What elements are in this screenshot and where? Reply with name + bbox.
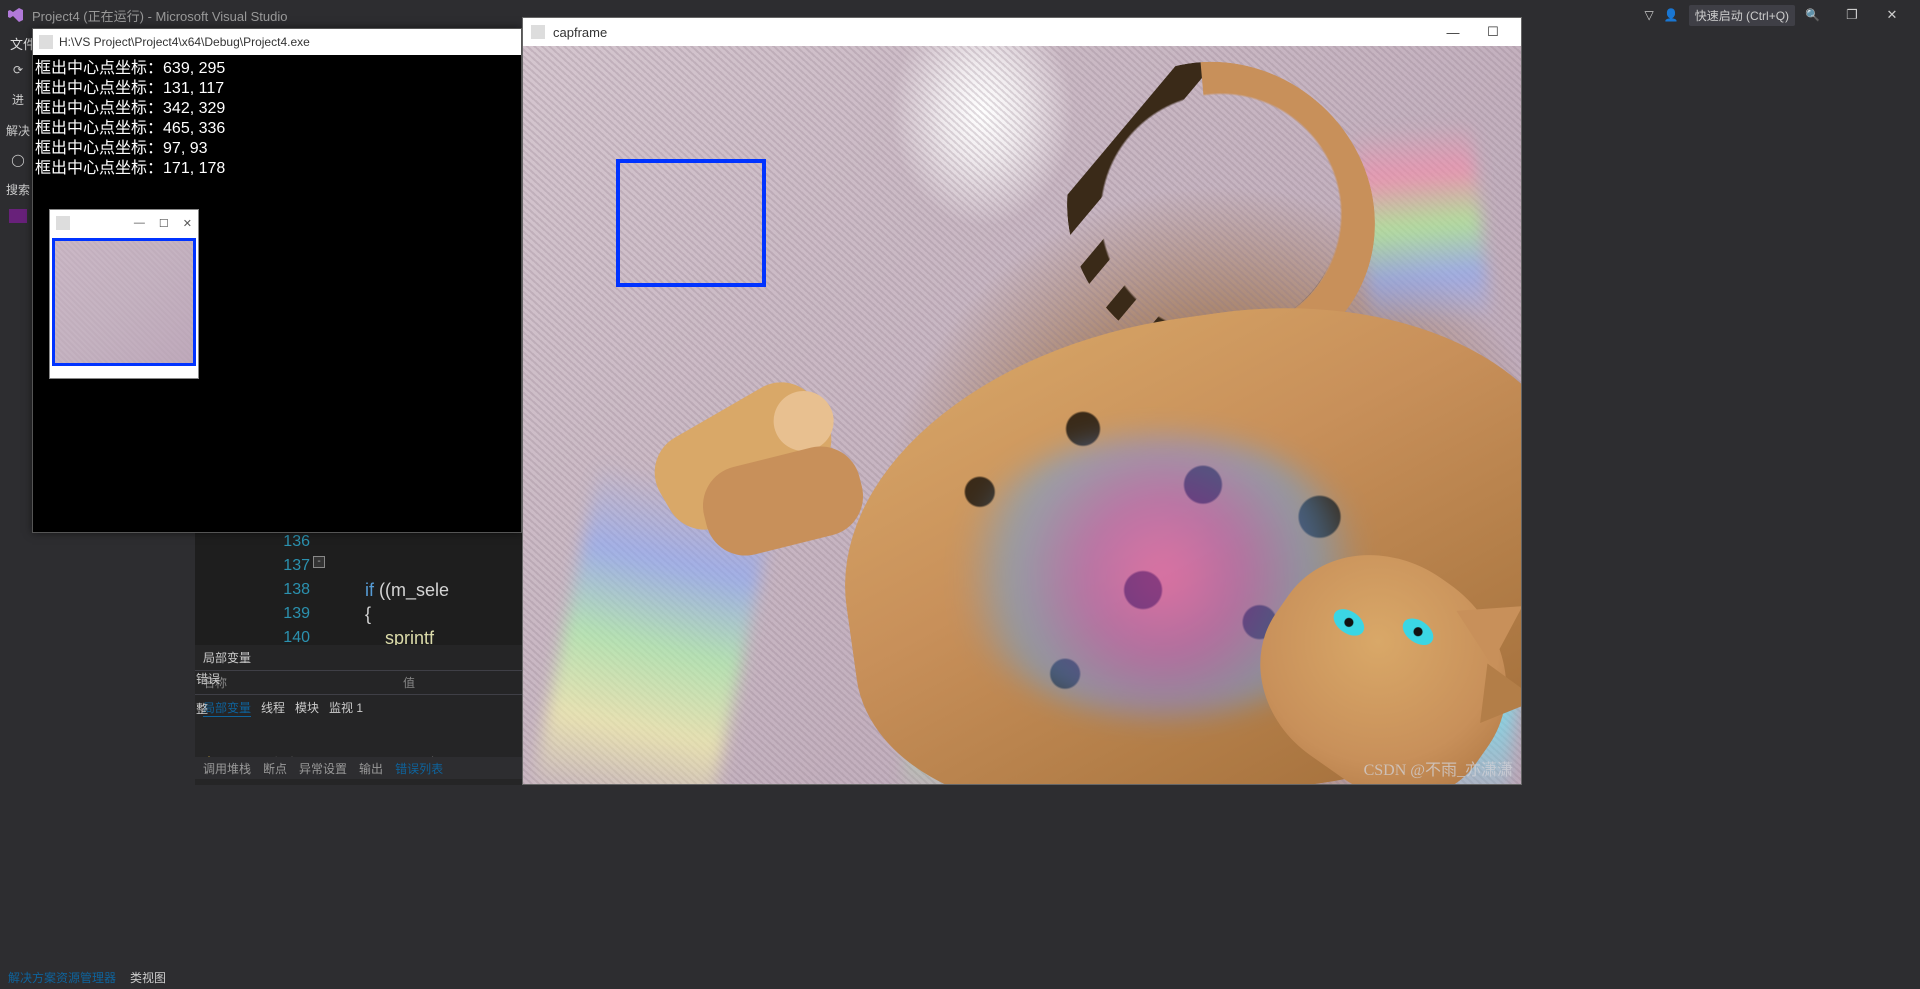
strip-explain[interactable]: 解决 [4, 119, 32, 142]
quick-launch-input[interactable]: 快速启动 (Ctrl+Q) [1689, 5, 1795, 26]
notification-icon[interactable]: ▽ [1645, 8, 1654, 22]
crop-maximize-button[interactable]: ☐ [159, 217, 169, 230]
console-titlebar[interactable]: H:\VS Project\Project4\x64\Debug\Project… [33, 29, 521, 55]
capframe-titlebar[interactable]: capframe — ☐ [523, 18, 1521, 46]
fold-toggle-icon[interactable]: - [313, 556, 325, 568]
tab-exceptions[interactable]: 异常设置 [299, 760, 347, 777]
tab-callstack[interactable]: 调用堆栈 [203, 760, 251, 777]
crop-body [50, 236, 198, 368]
capframe-app-icon [531, 25, 545, 39]
vs-left-tool-strip: ⟳ 进 解决 ◯ 搜索 [0, 56, 36, 959]
tab-modules[interactable]: 模块 [295, 699, 319, 717]
code-text: if ((m_sele { sprintf cv::Mat [335, 530, 525, 660]
debug-bottom-tabs: 调用堆栈 断点 异常设置 输出 错误列表 [195, 757, 525, 779]
fold-gutter: - [313, 530, 331, 660]
console-output: 框出中心点坐标：639, 295 框出中心点坐标：131, 117 框出中心点坐… [33, 55, 521, 183]
vs-status-bar: 解决方案资源管理器 类视图 [0, 965, 1920, 989]
visual-studio-icon [8, 7, 24, 23]
strip-search[interactable]: 搜索 [4, 178, 32, 201]
tab-threads[interactable]: 线程 [261, 699, 285, 717]
crop-titlebar[interactable]: — ☐ ✕ [50, 210, 198, 236]
stop-debug-icon[interactable]: ◯ [9, 150, 26, 170]
status-solution-explorer[interactable]: 解决方案资源管理器 [8, 969, 116, 986]
crop-app-icon [56, 216, 70, 230]
status-class-view[interactable]: 类视图 [130, 969, 166, 986]
crop-preview-window: — ☐ ✕ [49, 209, 199, 379]
int-label: 整 [196, 700, 208, 717]
refresh-icon[interactable]: ⟳ [11, 60, 25, 80]
code-editor[interactable]: 136 137 138 139 140 - if ((m_sele { spri… [195, 530, 525, 660]
capframe-maximize-button[interactable]: ☐ [1473, 24, 1513, 40]
vs-tab-icon[interactable] [9, 209, 27, 223]
locals-col-value: 值 [403, 674, 415, 691]
console-title: H:\VS Project\Project4\x64\Debug\Project… [59, 35, 310, 49]
tab-breakpoints[interactable]: 断点 [263, 760, 287, 777]
console-window: H:\VS Project\Project4\x64\Debug\Project… [32, 28, 522, 533]
user-icon[interactable]: 👤 [1664, 8, 1679, 22]
line-numbers: 136 137 138 139 140 [255, 530, 310, 660]
tab-locals[interactable]: 局部变量 [203, 699, 251, 717]
tab-errorlist[interactable]: 错误列表 [395, 760, 443, 777]
capframe-title: capframe [553, 25, 607, 40]
crop-image [52, 238, 196, 366]
locals-panel-title: 局部变量 [195, 645, 525, 670]
console-app-icon [39, 35, 53, 49]
crop-minimize-button[interactable]: — [134, 217, 145, 230]
search-icon[interactable]: 🔍 [1805, 8, 1820, 22]
vs-close-button[interactable]: ✕ [1872, 1, 1912, 29]
error-list-label: 错误 [196, 670, 220, 687]
tab-output[interactable]: 输出 [359, 760, 383, 777]
crop-close-button[interactable]: ✕ [183, 217, 192, 230]
vs-restore-button[interactable]: ❐ [1832, 1, 1872, 29]
locals-tabs: 局部变量 线程 模块 监视 1 [195, 694, 525, 721]
capframe-minimize-button[interactable]: — [1433, 25, 1473, 40]
capframe-window: capframe — ☐ CSDN @不雨_亦潇潇 [522, 17, 1522, 785]
tab-watch1[interactable]: 监视 1 [329, 699, 363, 717]
selection-rectangle[interactable] [616, 159, 766, 287]
capframe-image[interactable]: CSDN @不雨_亦潇潇 [523, 46, 1521, 784]
watermark: CSDN @不雨_亦潇潇 [1364, 756, 1513, 780]
locals-header-row: 名称 值 [195, 670, 525, 694]
code-gutter [195, 530, 255, 660]
locals-panel: 局部变量 名称 值 局部变量 线程 模块 监视 1 [195, 645, 525, 745]
strip-process[interactable]: 进 [10, 88, 26, 111]
locals-col-name: 名称 [203, 674, 403, 691]
